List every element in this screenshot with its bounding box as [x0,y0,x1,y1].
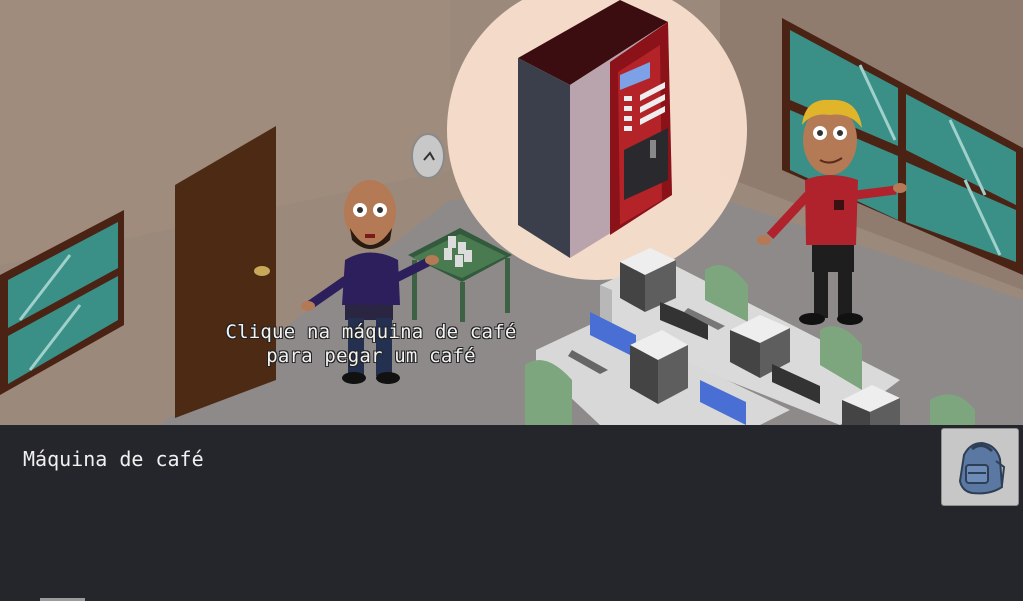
inventory-button[interactable] [941,428,1019,506]
office-scene: Clique na máquina de café para pegar um … [0,0,1023,425]
bottom-panel: Máquina de café [0,425,1023,601]
wall-clock-icon[interactable] [411,133,445,179]
game-window: Clique na máquina de café para pegar um … [0,0,1023,601]
hint-text: Clique na máquina de café para pegar um … [200,320,542,368]
hint-line-1: Clique na máquina de café [225,321,517,343]
backpack-icon [958,441,1006,495]
hint-line-2: para pegar um café [266,345,476,367]
hover-label: Máquina de café [23,447,204,471]
